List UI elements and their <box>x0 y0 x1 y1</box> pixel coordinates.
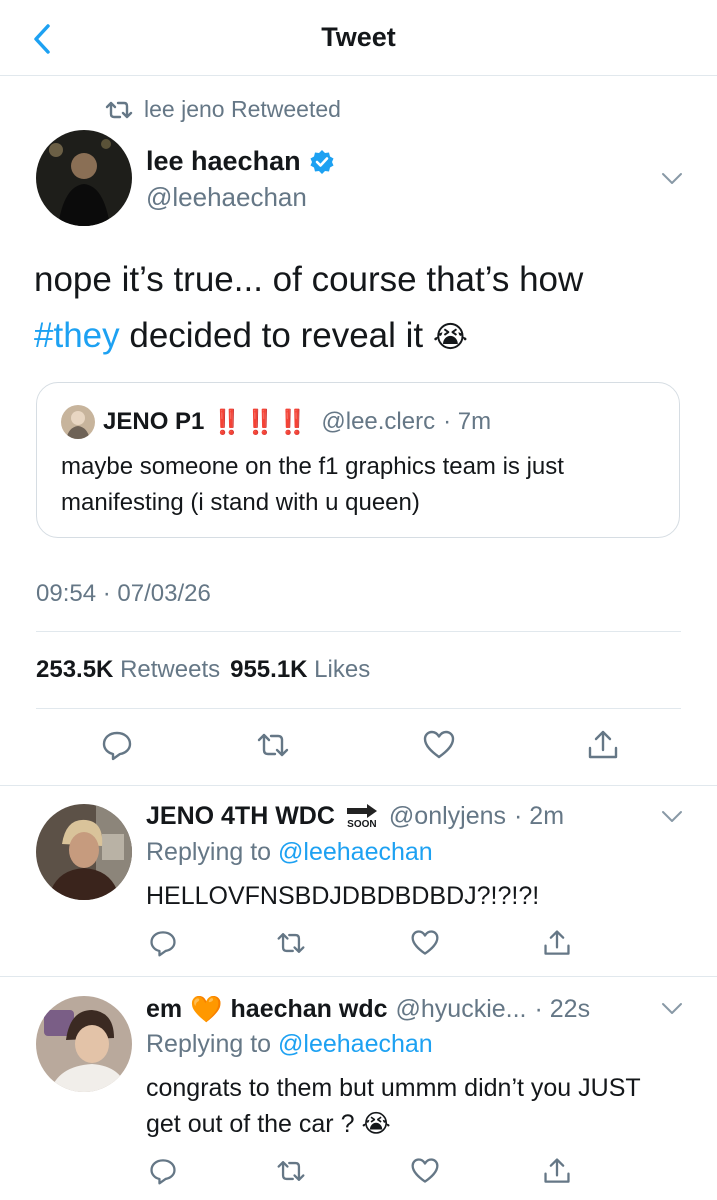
orange-heart-icon: 🧡 <box>190 994 223 1024</box>
retweet-icon <box>257 733 289 757</box>
reply-author-handle[interactable]: @hyuckie... <box>396 995 527 1024</box>
retweet-icon <box>105 101 133 118</box>
hashtag-link[interactable]: #they <box>34 316 120 355</box>
soon-label: SOON <box>347 819 377 830</box>
likes-label: Likes <box>314 656 371 683</box>
like-button[interactable] <box>410 928 440 958</box>
reply-options[interactable] <box>661 810 683 824</box>
share-button[interactable] <box>542 1156 572 1186</box>
page-title: Tweet <box>321 22 396 52</box>
replying-to: Replying to @leehaechan <box>146 1030 433 1059</box>
chevron-down-icon <box>662 1003 682 1014</box>
retweet-button[interactable] <box>276 1156 306 1186</box>
double-exclamation-icon: ‼️ ‼️ ‼️ <box>212 408 307 436</box>
share-button[interactable] <box>542 928 572 958</box>
tweet-options[interactable] <box>661 172 683 186</box>
retweets-count: 253.5K <box>36 656 114 683</box>
retweets-label: Retweets <box>120 656 221 683</box>
share-button[interactable] <box>586 728 620 762</box>
replying-to: Replying to @leehaechan <box>146 838 433 867</box>
reply-author-name[interactable]: em <box>146 995 182 1024</box>
quote-author-handle: @lee.clerc <box>321 408 436 435</box>
reply-icon <box>150 931 176 957</box>
author-handle[interactable]: @leehaechan <box>146 182 307 213</box>
quote-text: maybe someone on the f1 graphics team is… <box>61 453 564 516</box>
share-icon <box>588 730 618 759</box>
reply-icon <box>102 731 132 761</box>
retweeted-by[interactable]: lee jeno Retweeted <box>104 96 341 123</box>
crying-emoji: 😭 <box>361 1110 391 1138</box>
tweet-timestamp: 09:54 · 07/03/26 <box>36 580 211 607</box>
crying-emoji: 😭 <box>432 321 468 354</box>
reply-header: em 🧡 haechan wdc @hyuckie... · 22s <box>146 994 590 1025</box>
tweet-text-rest: decided to reveal it <box>119 316 433 355</box>
chevron-down-icon <box>662 173 682 184</box>
reply-time: · 2m <box>514 802 565 830</box>
chevron-down-icon <box>662 811 682 822</box>
reply-button[interactable] <box>148 1156 178 1186</box>
share-icon <box>544 930 570 955</box>
heart-icon <box>411 930 439 955</box>
reply-text-content: congrats to them but ummm didn’t you JUS… <box>146 1074 641 1138</box>
retweet-icon <box>277 1161 305 1181</box>
reply-author-name-suffix[interactable]: haechan wdc <box>231 995 388 1024</box>
soon-arrow-icon: SOON <box>345 803 379 830</box>
reply-button[interactable] <box>148 928 178 958</box>
replying-to-handle[interactable]: @leehaechan <box>278 838 433 866</box>
likes-stat[interactable]: 955.1K Likes <box>230 656 370 684</box>
reply-avatar[interactable] <box>36 804 132 900</box>
tweet-text-line-2: #they decided to reveal it 😭 <box>34 308 694 366</box>
verified-badge-icon <box>310 149 334 174</box>
quoted-tweet[interactable]: JENO P1 ‼️ ‼️ ‼️ @lee.clerc · 7m maybe s… <box>36 382 680 538</box>
heart-icon <box>411 1158 439 1183</box>
retweeted-label: lee jeno Retweeted <box>144 96 341 122</box>
retweet-button[interactable] <box>256 728 290 762</box>
replying-to-prefix: Replying to <box>146 1030 272 1058</box>
author-name-row[interactable]: lee haechan <box>146 146 335 177</box>
quoted-tweet-header: JENO P1 ‼️ ‼️ ‼️ @lee.clerc · 7m <box>61 405 491 439</box>
tweet-text: nope it’s true... of course that’s how #… <box>34 252 694 366</box>
tweet-stats: 253.5K Retweets 955.1K Likes <box>36 656 370 684</box>
reply-options[interactable] <box>661 1002 683 1016</box>
reply-text: congrats to them but ummm didn’t you JUS… <box>146 1070 646 1142</box>
reply-icon <box>150 1159 176 1185</box>
avatar[interactable] <box>36 130 132 226</box>
quote-time: · 7m <box>443 408 492 435</box>
quote-author-name: JENO P1 <box>103 408 205 435</box>
likes-count: 955.1K <box>230 656 308 683</box>
header-divider <box>0 75 717 76</box>
quote-avatar <box>61 405 95 439</box>
retweet-button[interactable] <box>276 928 306 958</box>
author-name: lee haechan <box>146 146 301 176</box>
reply-avatar[interactable] <box>36 996 132 1092</box>
reply-header: JENO 4TH WDC SOON @onlyjens · 2m <box>146 802 564 831</box>
reply-author-name[interactable]: JENO 4TH WDC <box>146 802 335 831</box>
replying-to-prefix: Replying to <box>146 838 272 866</box>
like-button[interactable] <box>422 728 456 762</box>
reply-author-handle[interactable]: @onlyjens <box>389 802 506 831</box>
retweets-stat[interactable]: 253.5K Retweets <box>36 656 220 684</box>
reply-text: HELLOVFNSBDJDBDBDBDJ?!?!?! <box>146 882 540 910</box>
tweet-text-line-1: nope it’s true... of course that’s how <box>34 260 584 299</box>
replying-to-handle[interactable]: @leehaechan <box>278 1030 433 1058</box>
reply-time: · 22s <box>534 995 591 1023</box>
retweet-icon <box>277 933 305 953</box>
heart-icon <box>423 730 455 759</box>
divider <box>36 631 681 632</box>
reply-button[interactable] <box>100 728 134 762</box>
divider <box>36 708 681 709</box>
share-icon <box>544 1158 570 1183</box>
divider <box>0 785 717 786</box>
like-button[interactable] <box>410 1156 440 1186</box>
divider <box>0 976 717 977</box>
